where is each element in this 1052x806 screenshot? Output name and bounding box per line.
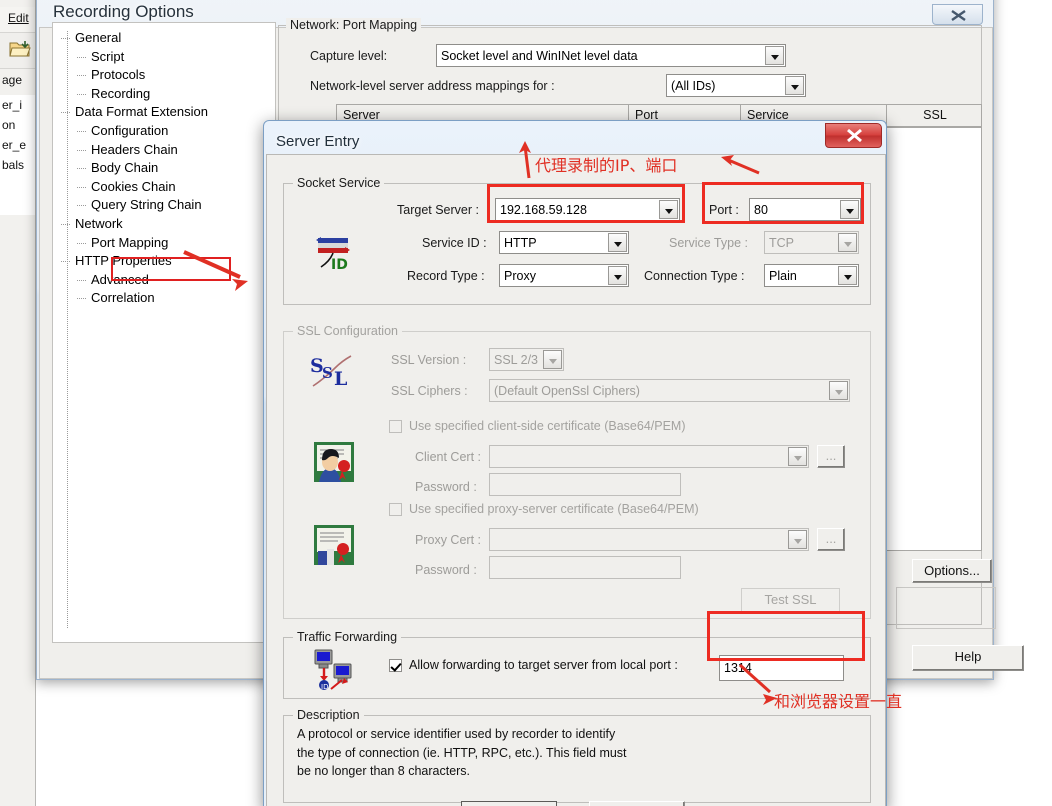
arrow-to-target-server	[519, 141, 531, 179]
arrow-to-local-port-note	[738, 663, 777, 705]
annotation-arrows	[183, 141, 777, 705]
arrow-from-port-mapping	[183, 250, 248, 291]
arrow-to-port	[721, 155, 760, 175]
